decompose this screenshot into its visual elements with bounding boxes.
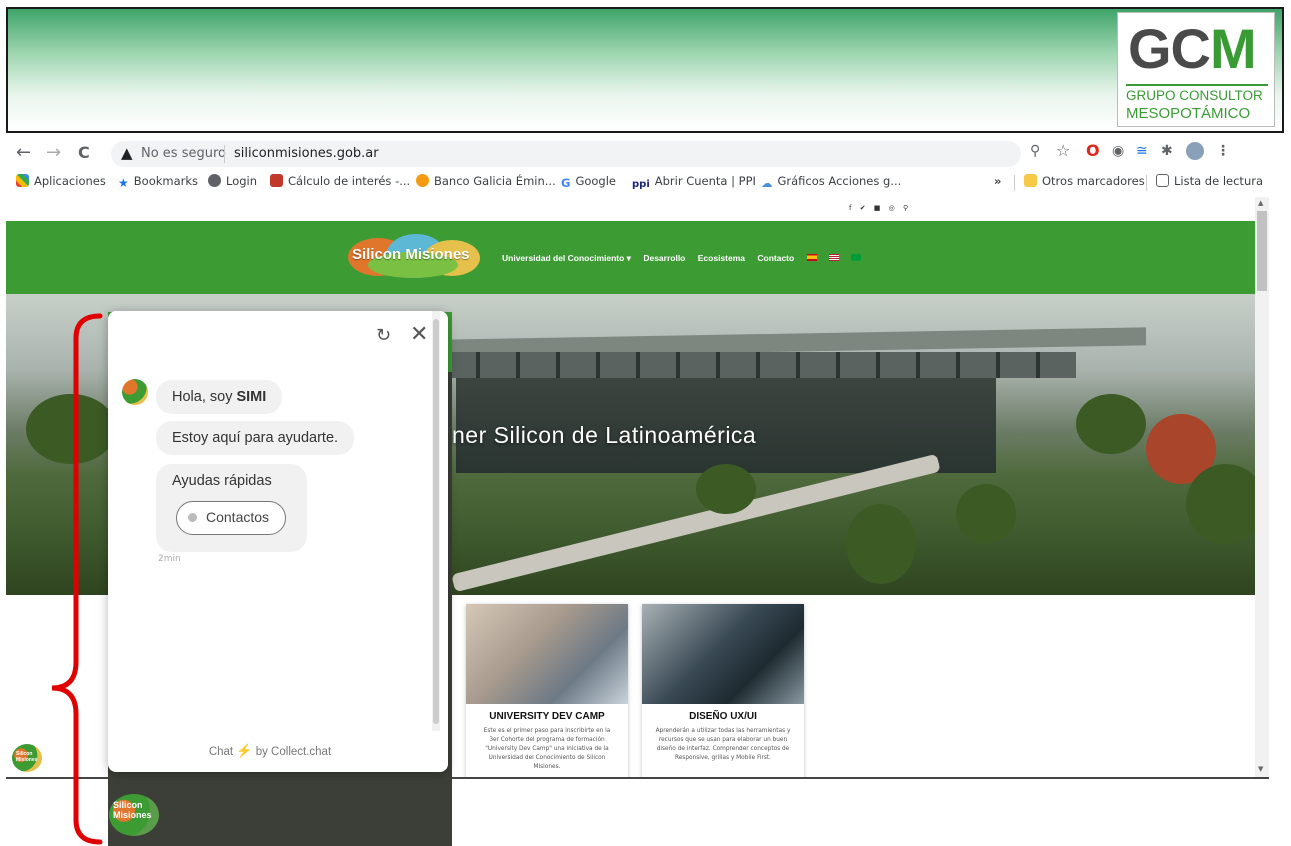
- social-icons[interactable]: f ✔ ■ ◎ ⚲: [849, 204, 911, 212]
- gcm-logo-gc: GC: [1128, 17, 1211, 80]
- folder-icon: [1024, 174, 1037, 187]
- hero-tree: [956, 484, 1016, 544]
- lightning-icon: ⚡: [236, 743, 253, 758]
- reload-icon[interactable]: C: [78, 141, 90, 165]
- chat-scrollbar-thumb[interactable]: [433, 319, 439, 724]
- chat-scrollbar[interactable]: [432, 311, 440, 731]
- zoom-icon[interactable]: ⚲: [1030, 143, 1040, 159]
- chat-help-bubble: Estoy aquí para ayudarte.: [156, 421, 355, 455]
- bookmark-aplicaciones[interactable]: Aplicaciones: [16, 174, 106, 188]
- gcm-logo-divider: [1126, 84, 1268, 86]
- site-header: Silicon Misiones Universidad del Conocim…: [6, 221, 1255, 294]
- gcm-logo-line1: GRUPO CONSULTOR: [1126, 88, 1263, 103]
- bookmark-calculo[interactable]: Cálculo de interés -...: [270, 174, 410, 188]
- hero-tree: [846, 504, 916, 584]
- opera-icon[interactable]: O: [1086, 141, 1100, 160]
- globe-icon: [208, 174, 221, 187]
- card-description: Aprenderán a utilizar todas las herramie…: [655, 728, 791, 761]
- card-diseno-ux-ui[interactable]: DISEÑO UX/UI Aprenderán a utilizar todas…: [642, 604, 804, 777]
- quick-reply-dot-icon: [188, 513, 197, 522]
- reading-list[interactable]: Lista de lectura: [1156, 174, 1263, 188]
- menu-universidad[interactable]: Universidad del Conocimiento ▾: [502, 253, 631, 263]
- omnibox-separator: [224, 145, 225, 163]
- flag-es-icon[interactable]: [806, 254, 817, 261]
- quick-reply-contactos[interactable]: Contactos: [176, 501, 286, 535]
- top-banner: [6, 7, 1284, 133]
- site-logo-text: Silicon Misiones: [352, 246, 470, 263]
- card-image: [466, 604, 628, 704]
- quick-replies: Ayudas rápidas Contactos: [156, 464, 307, 552]
- profile-avatar-icon[interactable]: [1186, 142, 1204, 160]
- chart-cloud-icon: ☁: [761, 176, 773, 190]
- chat-close-icon[interactable]: ✕: [410, 322, 428, 347]
- bookmark-ppi[interactable]: ppi Abrir Cuenta | PPI: [632, 174, 756, 192]
- security-label[interactable]: No es seguro: [141, 146, 226, 161]
- menu-contacto[interactable]: Contacto: [757, 253, 794, 263]
- more-bookmarks-button[interactable]: »: [994, 174, 1001, 188]
- bookmark-google[interactable]: G Google: [561, 174, 616, 190]
- annotation-brace: [51, 313, 103, 845]
- flag-us-icon[interactable]: [828, 254, 839, 261]
- menu-ecosistema[interactable]: Ecosistema: [698, 253, 745, 263]
- bookmarks-separator-2: [1146, 175, 1147, 191]
- site-menu: Universidad del Conocimiento ▾ Desarroll…: [502, 253, 871, 264]
- apps-grid-icon: [16, 174, 29, 187]
- hero-tree: [696, 464, 756, 514]
- calculator-icon: [270, 174, 283, 187]
- bookmarks-bar: Aplicaciones ★ Bookmarks Login Cálculo de…: [6, 171, 1284, 195]
- star-icon[interactable]: ☆: [1056, 141, 1070, 160]
- google-icon: G: [561, 176, 571, 190]
- hero-tree: [1186, 464, 1255, 544]
- browser-toolbar: ← → C ▲ No es seguro siliconmisiones.gob…: [6, 139, 1284, 169]
- chat-window: ↻ ✕ Hola, soy SIMI Estoy aquí para ayuda…: [108, 311, 448, 772]
- bookmarks-separator: [1014, 175, 1015, 191]
- card-title: UNIVERSITY DEV CAMP: [489, 711, 605, 722]
- scroll-up-icon[interactable]: ▲: [1258, 199, 1263, 207]
- quick-replies-title: Ayudas rápidas: [172, 473, 272, 489]
- card-university-dev-camp[interactable]: UNIVERSITY DEV CAMP Este es el primer pa…: [466, 604, 628, 777]
- star-filled-icon: ★: [118, 176, 129, 190]
- ppi-icon: ppi: [632, 179, 650, 190]
- forward-icon[interactable]: →: [46, 141, 61, 165]
- bot-avatar: [122, 379, 148, 405]
- chat-reload-icon[interactable]: ↻: [376, 325, 391, 346]
- galicia-icon: [416, 174, 429, 187]
- menu-desarrollo[interactable]: Desarrollo: [643, 253, 685, 263]
- bookmark-graficos[interactable]: ☁ Gráficos Acciones g...: [761, 174, 901, 190]
- card-title: DISEÑO UX/UI: [689, 711, 757, 722]
- card-description: Este es el primer paso para inscribirte …: [483, 728, 611, 770]
- page-scrollbar[interactable]: ▲ ▼: [1255, 197, 1269, 777]
- hero-tree: [1076, 394, 1146, 454]
- gcm-logo-line2: MESOPOTÁMICO: [1126, 105, 1251, 122]
- url-text[interactable]: siliconmisiones.gob.ar: [234, 146, 379, 161]
- bookmark-bookmarks[interactable]: ★ Bookmarks: [118, 174, 198, 190]
- puzzle-icon[interactable]: ✱: [1161, 143, 1173, 159]
- site-logo[interactable]: Silicon Misiones: [348, 234, 480, 280]
- extension-stack-icon[interactable]: ≅: [1136, 143, 1148, 159]
- chat-timestamp: 2min: [158, 554, 181, 564]
- flag-br-icon[interactable]: [851, 254, 862, 261]
- chat-launcher-text: Silicon Misiones: [113, 800, 152, 820]
- menu-kebab-icon[interactable]: ⋮: [1216, 143, 1230, 159]
- bookmark-login[interactable]: Login: [208, 174, 257, 188]
- warning-icon: ▲: [121, 144, 133, 162]
- extension-circle-icon[interactable]: ◉: [1112, 143, 1124, 159]
- card-image: [642, 604, 804, 704]
- chat-mini-avatar-text: Silicon Misiones: [16, 751, 38, 763]
- other-bookmarks[interactable]: Otros marcadores: [1024, 174, 1145, 188]
- chat-footer[interactable]: Chat ⚡ by Collect.chat: [108, 743, 432, 759]
- scroll-down-icon[interactable]: ▼: [1258, 765, 1263, 773]
- reading-list-icon: [1156, 174, 1169, 187]
- gcm-logo: GCM GRUPO CONSULTOR MESOPOTÁMICO: [1117, 12, 1275, 127]
- hero-roof-beams: [436, 352, 1076, 378]
- address-bar[interactable]: ▲ No es seguro siliconmisiones.gob.ar: [111, 141, 1021, 167]
- hero-headline: ner Silicon de Latinoamérica: [452, 422, 757, 448]
- bot-name: SIMI: [236, 389, 267, 405]
- chat-greeting-bubble: Hola, soy SIMI: [156, 380, 283, 414]
- gcm-logo-m: M: [1210, 17, 1257, 80]
- bookmark-galicia[interactable]: Banco Galicia Émin...: [416, 174, 556, 188]
- scrollbar-thumb[interactable]: [1257, 211, 1267, 291]
- back-icon[interactable]: ←: [16, 141, 31, 165]
